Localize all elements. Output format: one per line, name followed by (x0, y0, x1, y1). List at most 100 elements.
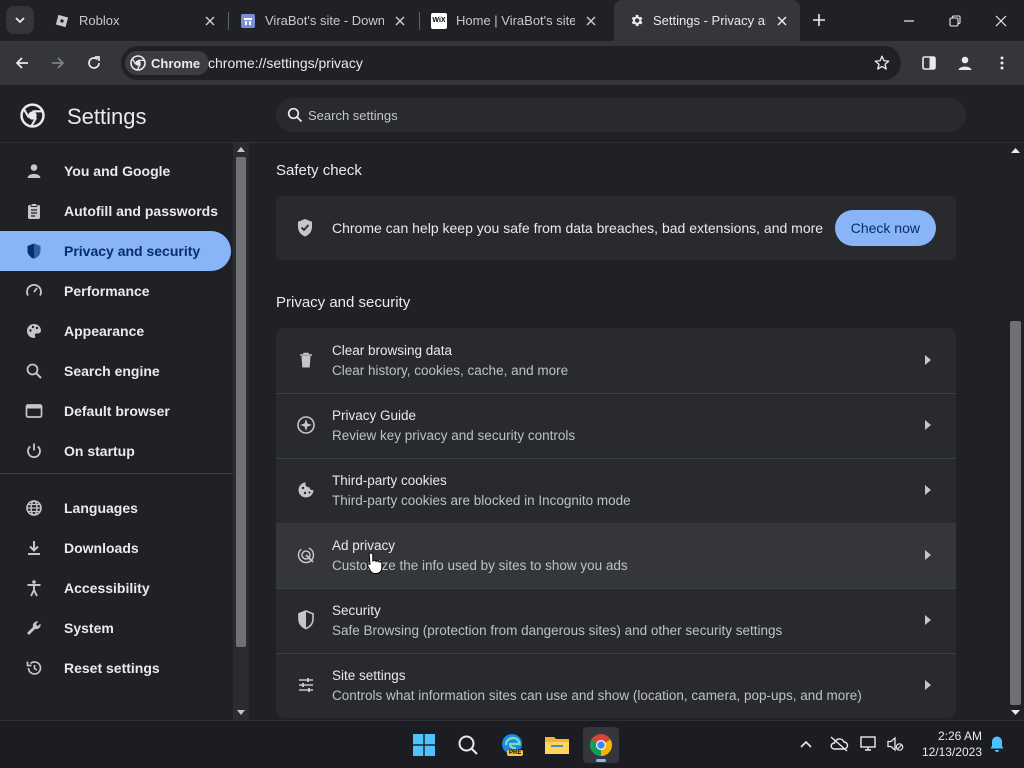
page-title: Settings (67, 104, 147, 129)
chip-label: Chrome (151, 55, 201, 71)
search-icon (24, 361, 44, 381)
close-icon[interactable] (202, 13, 218, 29)
shield-icon (24, 241, 44, 261)
chrome-site-chip[interactable]: Chrome (125, 51, 210, 75)
sidebar-divider (0, 473, 233, 474)
sidebar-item-label: Default browser (64, 403, 170, 419)
mouse-pointer-icon (367, 552, 383, 574)
bookmark-star-icon[interactable] (873, 54, 891, 72)
scrollbar-thumb[interactable] (236, 157, 246, 647)
close-window-button[interactable] (978, 0, 1024, 41)
tab-settings[interactable]: Settings - Privacy and (614, 0, 800, 41)
url-text[interactable]: chrome://settings/privacy (208, 55, 363, 71)
chevron-right-icon (920, 547, 936, 563)
row-security[interactable]: Security Safe Browsing (protection from … (276, 588, 956, 653)
chevron-right-icon (920, 612, 936, 628)
new-tab-button[interactable] (806, 7, 832, 33)
power-icon (24, 441, 44, 461)
row-title: Privacy Guide (332, 408, 417, 423)
show-hidden-icons-button[interactable] (795, 733, 817, 755)
sidebar-item-performance[interactable]: Performance (0, 271, 231, 311)
close-icon[interactable] (392, 13, 408, 29)
sidebar-item-languages[interactable]: Languages (0, 488, 231, 528)
sidebar-item-label: On startup (64, 443, 135, 459)
taskbar-clock[interactable]: 2:26 AM 12/13/2023 (922, 728, 982, 760)
chrome-logo-icon (130, 55, 146, 71)
start-button[interactable] (406, 727, 442, 763)
scrollbar-thumb[interactable] (1010, 321, 1021, 705)
sidebar-item-label: System (64, 620, 114, 636)
edge-preview-app[interactable]: PRE (495, 727, 531, 763)
ad-privacy-icon (296, 545, 316, 565)
chrome-logo-icon (590, 734, 612, 756)
windows-logo-icon (413, 734, 435, 756)
onedrive-tray-icon[interactable] (828, 733, 850, 755)
row-title: Site settings (332, 668, 406, 683)
chevron-right-icon (920, 352, 936, 368)
file-explorer-app[interactable] (539, 727, 575, 763)
clock-time: 2:26 AM (937, 729, 982, 743)
restore-button[interactable] (932, 0, 978, 41)
privacy-security-card: Clear browsing data Clear history, cooki… (276, 328, 956, 718)
wrench-icon (24, 618, 44, 638)
minimize-button[interactable] (886, 0, 932, 41)
row-subtitle: Review key privacy and security controls (332, 428, 576, 443)
sidebar-scrollbar[interactable] (233, 143, 249, 720)
notifications-button[interactable] (986, 733, 1008, 755)
sidebar-item-label: Languages (64, 500, 138, 516)
row-third-party-cookies[interactable]: Third-party cookies Third-party cookies … (276, 458, 956, 523)
bell-icon (990, 736, 1004, 752)
row-site-settings[interactable]: Site settings Controls what information … (276, 653, 956, 718)
row-title: Clear browsing data (332, 343, 453, 358)
chrome-menu-button[interactable] (988, 49, 1016, 77)
scroll-down-arrow-icon[interactable] (237, 710, 245, 716)
search-settings-input[interactable]: Search settings (276, 98, 966, 132)
volume-tray-icon[interactable] (884, 733, 906, 755)
check-now-button[interactable]: Check now (834, 210, 936, 246)
sidebar-item-default-browser[interactable]: Default browser (0, 391, 231, 431)
sidebar-item-on-startup[interactable]: On startup (0, 431, 231, 471)
network-tray-icon[interactable] (858, 733, 880, 755)
sidebar-item-search-engine[interactable]: Search engine (0, 351, 231, 391)
active-indicator (596, 759, 606, 762)
settings-sidebar: You and Google Autofill and passwords Pr… (0, 143, 233, 720)
scroll-down-arrow-icon[interactable] (1011, 710, 1020, 716)
address-bar[interactable]: Chrome chrome://settings/privacy (121, 46, 901, 80)
wix-icon-text: WiX (432, 17, 446, 24)
back-button[interactable] (8, 49, 36, 77)
sidebar-item-privacy[interactable]: Privacy and security (0, 231, 231, 271)
profile-button[interactable] (951, 49, 979, 77)
sidebar-item-autofill[interactable]: Autofill and passwords (0, 191, 231, 231)
row-title: Ad privacy (332, 538, 396, 553)
chevron-down-icon (15, 17, 25, 24)
tab-roblox[interactable]: Roblox (40, 0, 228, 41)
close-icon[interactable] (774, 13, 790, 29)
sliders-icon (296, 675, 316, 695)
scroll-up-arrow-icon[interactable] (1011, 147, 1020, 153)
sidebar-item-accessibility[interactable]: Accessibility (0, 568, 231, 608)
row-privacy-guide[interactable]: Privacy Guide Review key privacy and sec… (276, 393, 956, 458)
sidebar-item-system[interactable]: System (0, 608, 231, 648)
close-icon[interactable] (583, 13, 599, 29)
reload-button[interactable] (80, 49, 108, 77)
more-vert-icon (1000, 56, 1004, 70)
settings-main: Safety check Chrome can help keep you sa… (249, 143, 1007, 720)
monitor-icon (860, 736, 876, 751)
sidebar-item-reset-settings[interactable]: Reset settings (0, 648, 231, 688)
scroll-up-arrow-icon[interactable] (237, 146, 245, 152)
sidebar-item-downloads[interactable]: Downloads (0, 528, 231, 568)
shield-icon (296, 610, 316, 630)
chrome-app[interactable] (583, 727, 619, 763)
sidebar-item-you-and-google[interactable]: You and Google (0, 151, 231, 191)
tab-virabot-home[interactable]: WiX Home | ViraBot's site (417, 0, 609, 41)
sidebar-item-appearance[interactable]: Appearance (0, 311, 231, 351)
tab-virabot-download[interactable]: ViraBot's site - Downlo (226, 0, 418, 41)
tab-search-button[interactable] (6, 6, 34, 34)
settings-header: Settings Search settings (0, 85, 1024, 143)
taskbar-search-button[interactable] (450, 727, 486, 763)
side-panel-button[interactable] (915, 49, 943, 77)
accessibility-icon (24, 578, 44, 598)
row-clear-browsing-data[interactable]: Clear browsing data Clear history, cooki… (276, 328, 956, 393)
forward-button[interactable] (44, 49, 72, 77)
main-scrollbar[interactable] (1007, 143, 1024, 720)
